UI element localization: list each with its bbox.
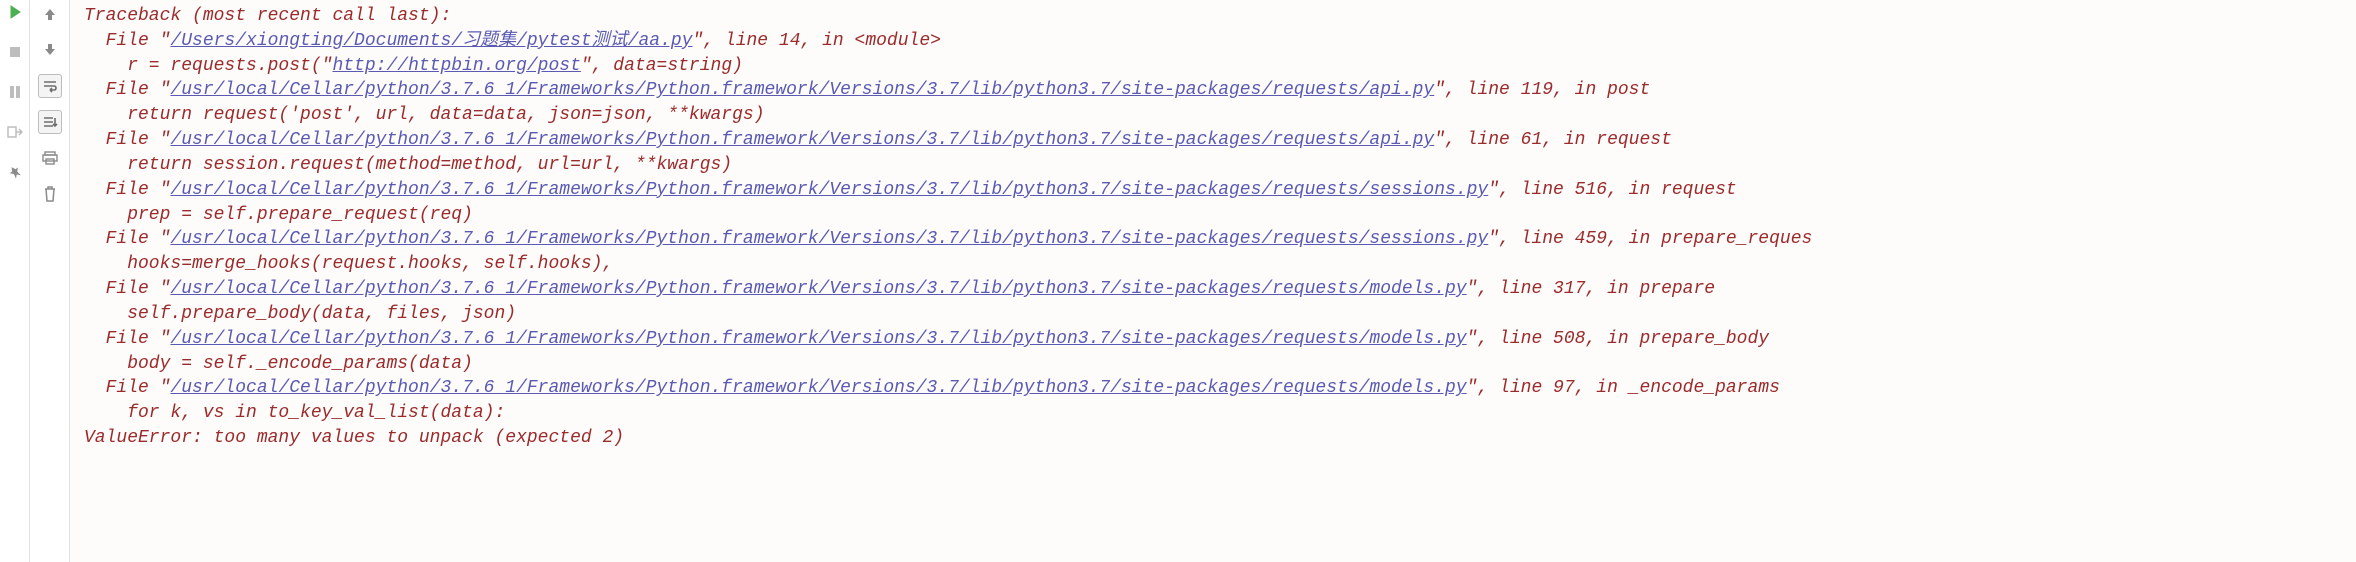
- down-arrow-icon[interactable]: [38, 38, 62, 62]
- traceback-file-link[interactable]: /usr/local/Cellar/python/3.7.6_1/Framewo…: [170, 229, 1488, 249]
- url-link[interactable]: http://httpbin.org/post: [332, 56, 580, 76]
- traceback-frame-file: File "/usr/local/Cellar/python/3.7.6_1/F…: [84, 327, 2348, 352]
- traceback-frame-code: self.prepare_body(data, files, json): [84, 302, 2348, 327]
- run-icon[interactable]: [5, 2, 25, 22]
- traceback-frame-code: hooks=merge_hooks(request.hooks, self.ho…: [84, 252, 2348, 277]
- traceback-frame-code: for k, vs in to_key_val_list(data):: [84, 401, 2348, 426]
- traceback-file-link[interactable]: /usr/local/Cellar/python/3.7.6_1/Framewo…: [170, 279, 1466, 299]
- trash-icon[interactable]: [38, 182, 62, 206]
- traceback-frame-code: r = requests.post("http://httpbin.org/po…: [84, 54, 2348, 79]
- traceback-file-link[interactable]: /usr/local/Cellar/python/3.7.6_1/Framewo…: [170, 80, 1434, 100]
- traceback-file-link[interactable]: /usr/local/Cellar/python/3.7.6_1/Framewo…: [170, 130, 1434, 150]
- traceback-file-link[interactable]: /Users/xiongting/Documents/习题集/pytest测试/…: [170, 31, 692, 51]
- run-toolbar-left: [0, 0, 30, 562]
- soft-wrap-icon[interactable]: [38, 74, 62, 98]
- console-toolbar: [30, 0, 70, 562]
- traceback-file-link[interactable]: /usr/local/Cellar/python/3.7.6_1/Framewo…: [170, 180, 1488, 200]
- traceback-frame-code: prep = self.prepare_request(req): [84, 203, 2348, 228]
- traceback-file-link[interactable]: /usr/local/Cellar/python/3.7.6_1/Framewo…: [170, 378, 1466, 398]
- traceback-frame-code: body = self._encode_params(data): [84, 352, 2348, 377]
- up-arrow-icon[interactable]: [38, 2, 62, 26]
- traceback-frame-file: File "/Users/xiongting/Documents/习题集/pyt…: [84, 29, 2348, 54]
- exit-icon[interactable]: [5, 122, 25, 142]
- traceback-error: ValueError: too many values to unpack (e…: [84, 426, 2348, 451]
- pin-icon[interactable]: [5, 162, 25, 182]
- traceback-file-link[interactable]: /usr/local/Cellar/python/3.7.6_1/Framewo…: [170, 329, 1466, 349]
- traceback-frame-file: File "/usr/local/Cellar/python/3.7.6_1/F…: [84, 376, 2348, 401]
- traceback-frame-file: File "/usr/local/Cellar/python/3.7.6_1/F…: [84, 277, 2348, 302]
- traceback-frame-file: File "/usr/local/Cellar/python/3.7.6_1/F…: [84, 78, 2348, 103]
- traceback-frame-code: return request('post', url, data=data, j…: [84, 103, 2348, 128]
- scroll-to-end-icon[interactable]: [38, 110, 62, 134]
- stop-icon[interactable]: [5, 42, 25, 62]
- traceback-frame-file: File "/usr/local/Cellar/python/3.7.6_1/F…: [84, 227, 2348, 252]
- pause-icon[interactable]: [5, 82, 25, 102]
- traceback-frame-code: return session.request(method=method, ur…: [84, 153, 2348, 178]
- console-output[interactable]: Traceback (most recent call last): File …: [70, 0, 2356, 562]
- traceback-header: Traceback (most recent call last):: [84, 4, 2348, 29]
- traceback-frame-file: File "/usr/local/Cellar/python/3.7.6_1/F…: [84, 128, 2348, 153]
- traceback-frame-file: File "/usr/local/Cellar/python/3.7.6_1/F…: [84, 178, 2348, 203]
- print-icon[interactable]: [38, 146, 62, 170]
